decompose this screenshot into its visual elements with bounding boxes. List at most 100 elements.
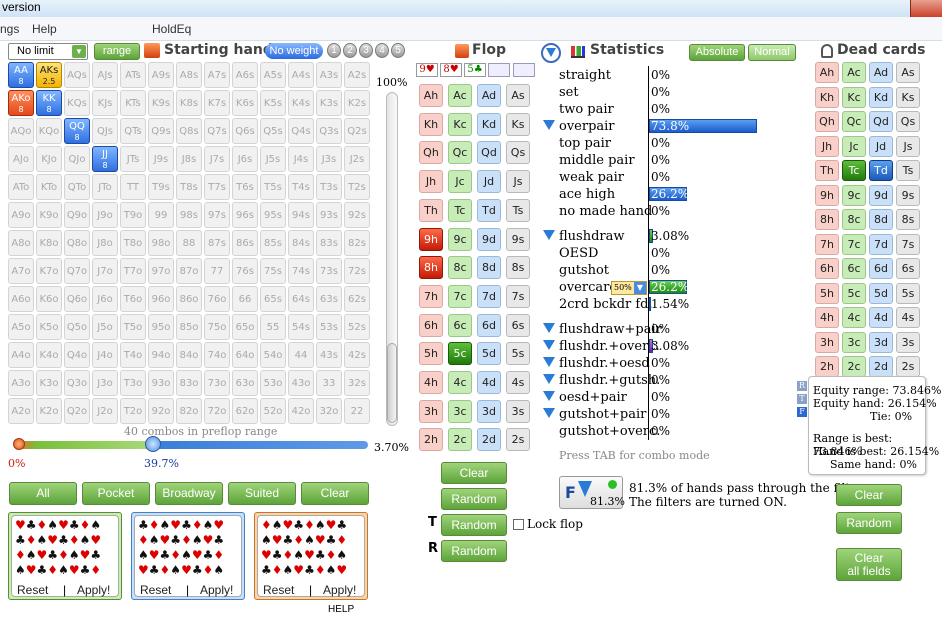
flop-card[interactable]: 7h (419, 284, 443, 308)
lock-flop-checkbox[interactable] (513, 519, 524, 530)
hand-cell[interactable]: 96o (148, 286, 174, 312)
flop-card[interactable]: Ks (506, 112, 530, 136)
dead-card[interactable]: 5s (896, 282, 920, 304)
hand-cell[interactable]: J7o (92, 258, 118, 284)
flop-card[interactable]: 3c (448, 399, 472, 423)
dead-card[interactable]: 4h (815, 307, 839, 328)
dead-card[interactable]: 4c (842, 307, 866, 328)
dead-card[interactable]: Kh (815, 86, 839, 108)
hand-cell[interactable]: 66 (232, 286, 258, 312)
hand-cell[interactable]: T3s (316, 174, 342, 200)
flop-card[interactable]: Js (506, 170, 530, 194)
flop-card[interactable]: 4c (448, 371, 472, 394)
hand-cell[interactable]: T2s (344, 174, 370, 200)
hand-cell[interactable]: K8o (36, 230, 62, 256)
hand-cell[interactable]: TT (120, 174, 146, 200)
clear-all-fields-button[interactable]: Clear all fields (836, 548, 902, 581)
dead-card[interactable]: Jd (869, 135, 893, 157)
hand-cell[interactable]: A3s (316, 62, 342, 88)
stat-filter-icon[interactable] (543, 120, 555, 133)
river-random-button[interactable]: Random (441, 540, 507, 562)
hand-cell[interactable]: 94o (148, 342, 174, 368)
hand-cell[interactable]: 62s (344, 286, 370, 312)
flop-card[interactable]: 6d (477, 313, 501, 337)
hand-cell[interactable]: A7s (204, 62, 230, 88)
hand-cell[interactable]: K9s (148, 90, 174, 116)
dead-clear-button[interactable]: Clear (836, 484, 902, 506)
hand-cell[interactable]: K3o (36, 370, 62, 396)
flop-card[interactable]: 3d (477, 399, 501, 423)
dead-card[interactable]: 5c (842, 282, 866, 304)
flop-card[interactable]: 4d (477, 371, 501, 394)
dead-card[interactable]: 3s (896, 331, 920, 353)
hand-cell[interactable]: 95s (260, 202, 286, 228)
flop-card[interactable]: 4s (506, 371, 530, 394)
hand-cell[interactable]: T4o (120, 342, 146, 368)
help-link[interactable]: HELP (328, 604, 354, 615)
hand-cell[interactable]: 63o (232, 370, 258, 396)
flop-card[interactable]: Ts (506, 198, 530, 222)
hand-cell[interactable]: T9s (148, 174, 174, 200)
stat-filter-icon[interactable] (543, 408, 555, 421)
hand-cell[interactable]: JTo (92, 174, 118, 200)
hand-cell[interactable]: K3s (316, 90, 342, 116)
hand-cell[interactable]: 65s (260, 286, 286, 312)
hand-cell[interactable]: J3s (316, 146, 342, 172)
hand-cell[interactable]: K4s (288, 90, 314, 116)
hand-cell[interactable]: K5s (260, 90, 286, 116)
hand-cell[interactable]: J2s (344, 146, 370, 172)
flop-card[interactable]: 2c (448, 428, 472, 452)
hand-cell[interactable]: 97o (148, 258, 174, 284)
weight-level-button[interactable]: 4 (375, 43, 389, 58)
hand-cell[interactable]: 42s (344, 342, 370, 368)
broadway-button[interactable]: Broadway (155, 482, 223, 505)
dead-card[interactable]: Jh (815, 135, 839, 157)
hand-cell[interactable]: QTo (64, 174, 90, 200)
stat-filter-icon[interactable] (543, 230, 555, 243)
flop-card[interactable]: Ah (419, 84, 443, 107)
dead-card[interactable]: Ks (896, 86, 920, 108)
hand-cell[interactable]: J5o (92, 314, 118, 340)
side-letter-r[interactable]: R (797, 381, 807, 391)
side-letter-f[interactable]: F (797, 407, 807, 417)
pocket-button[interactable]: Pocket (82, 482, 150, 505)
hand-cell[interactable]: 33 (316, 370, 342, 396)
flop-board-card-2[interactable]: 8♥ (440, 63, 462, 77)
preset-apply-button[interactable]: Apply! (323, 584, 356, 597)
hand-cell[interactable]: Q7s (204, 118, 230, 144)
flop-card[interactable]: 9c (448, 227, 472, 251)
flop-card[interactable]: 3s (506, 399, 530, 423)
flop-card[interactable]: 2d (477, 428, 501, 452)
hand-cell[interactable]: 92o (148, 398, 174, 424)
flop-card[interactable]: Qd (477, 141, 501, 165)
stat-row[interactable]: no made hand 0% (559, 203, 789, 220)
dead-card[interactable]: Td (869, 160, 893, 181)
flop-card[interactable]: Tc (448, 198, 472, 222)
hand-cell[interactable]: 83o (176, 370, 202, 396)
dead-card[interactable]: 9c (842, 184, 866, 206)
dead-card[interactable]: 6c (842, 258, 866, 279)
hand-cell[interactable]: 32o (316, 398, 342, 424)
hand-cell[interactable]: 92s (344, 202, 370, 228)
stat-row[interactable]: flushdraw+pair 0% (559, 321, 789, 338)
hand-cell[interactable]: 75s (260, 258, 286, 284)
hand-cell[interactable]: Q6s (232, 118, 258, 144)
hand-cell[interactable]: T7s (204, 174, 230, 200)
stat-row[interactable]: flushdr.+gutsh. 0% (559, 372, 789, 389)
hand-cell[interactable]: 96s (232, 202, 258, 228)
dead-card[interactable]: 4s (896, 307, 920, 328)
hand-cell[interactable]: 82s (344, 230, 370, 256)
flop-card[interactable]: 6h (419, 313, 443, 337)
dead-card[interactable]: Ad (869, 62, 893, 83)
flop-card[interactable]: 7c (448, 284, 472, 308)
hand-cell[interactable]: Q9o (64, 202, 90, 228)
filter-status-button[interactable]: F 81.3% (559, 476, 625, 509)
overcards-filter-icon[interactable]: ▼ (634, 282, 646, 294)
dead-card[interactable]: 6h (815, 258, 839, 279)
dead-card[interactable]: Ac (842, 62, 866, 83)
flop-card[interactable]: 9s (506, 227, 530, 251)
hand-cell[interactable]: K6s (232, 90, 258, 116)
hand-cell[interactable]: AQo (8, 118, 34, 144)
hand-cell[interactable]: 74o (204, 342, 230, 368)
hand-cell[interactable]: Q4s (288, 118, 314, 144)
